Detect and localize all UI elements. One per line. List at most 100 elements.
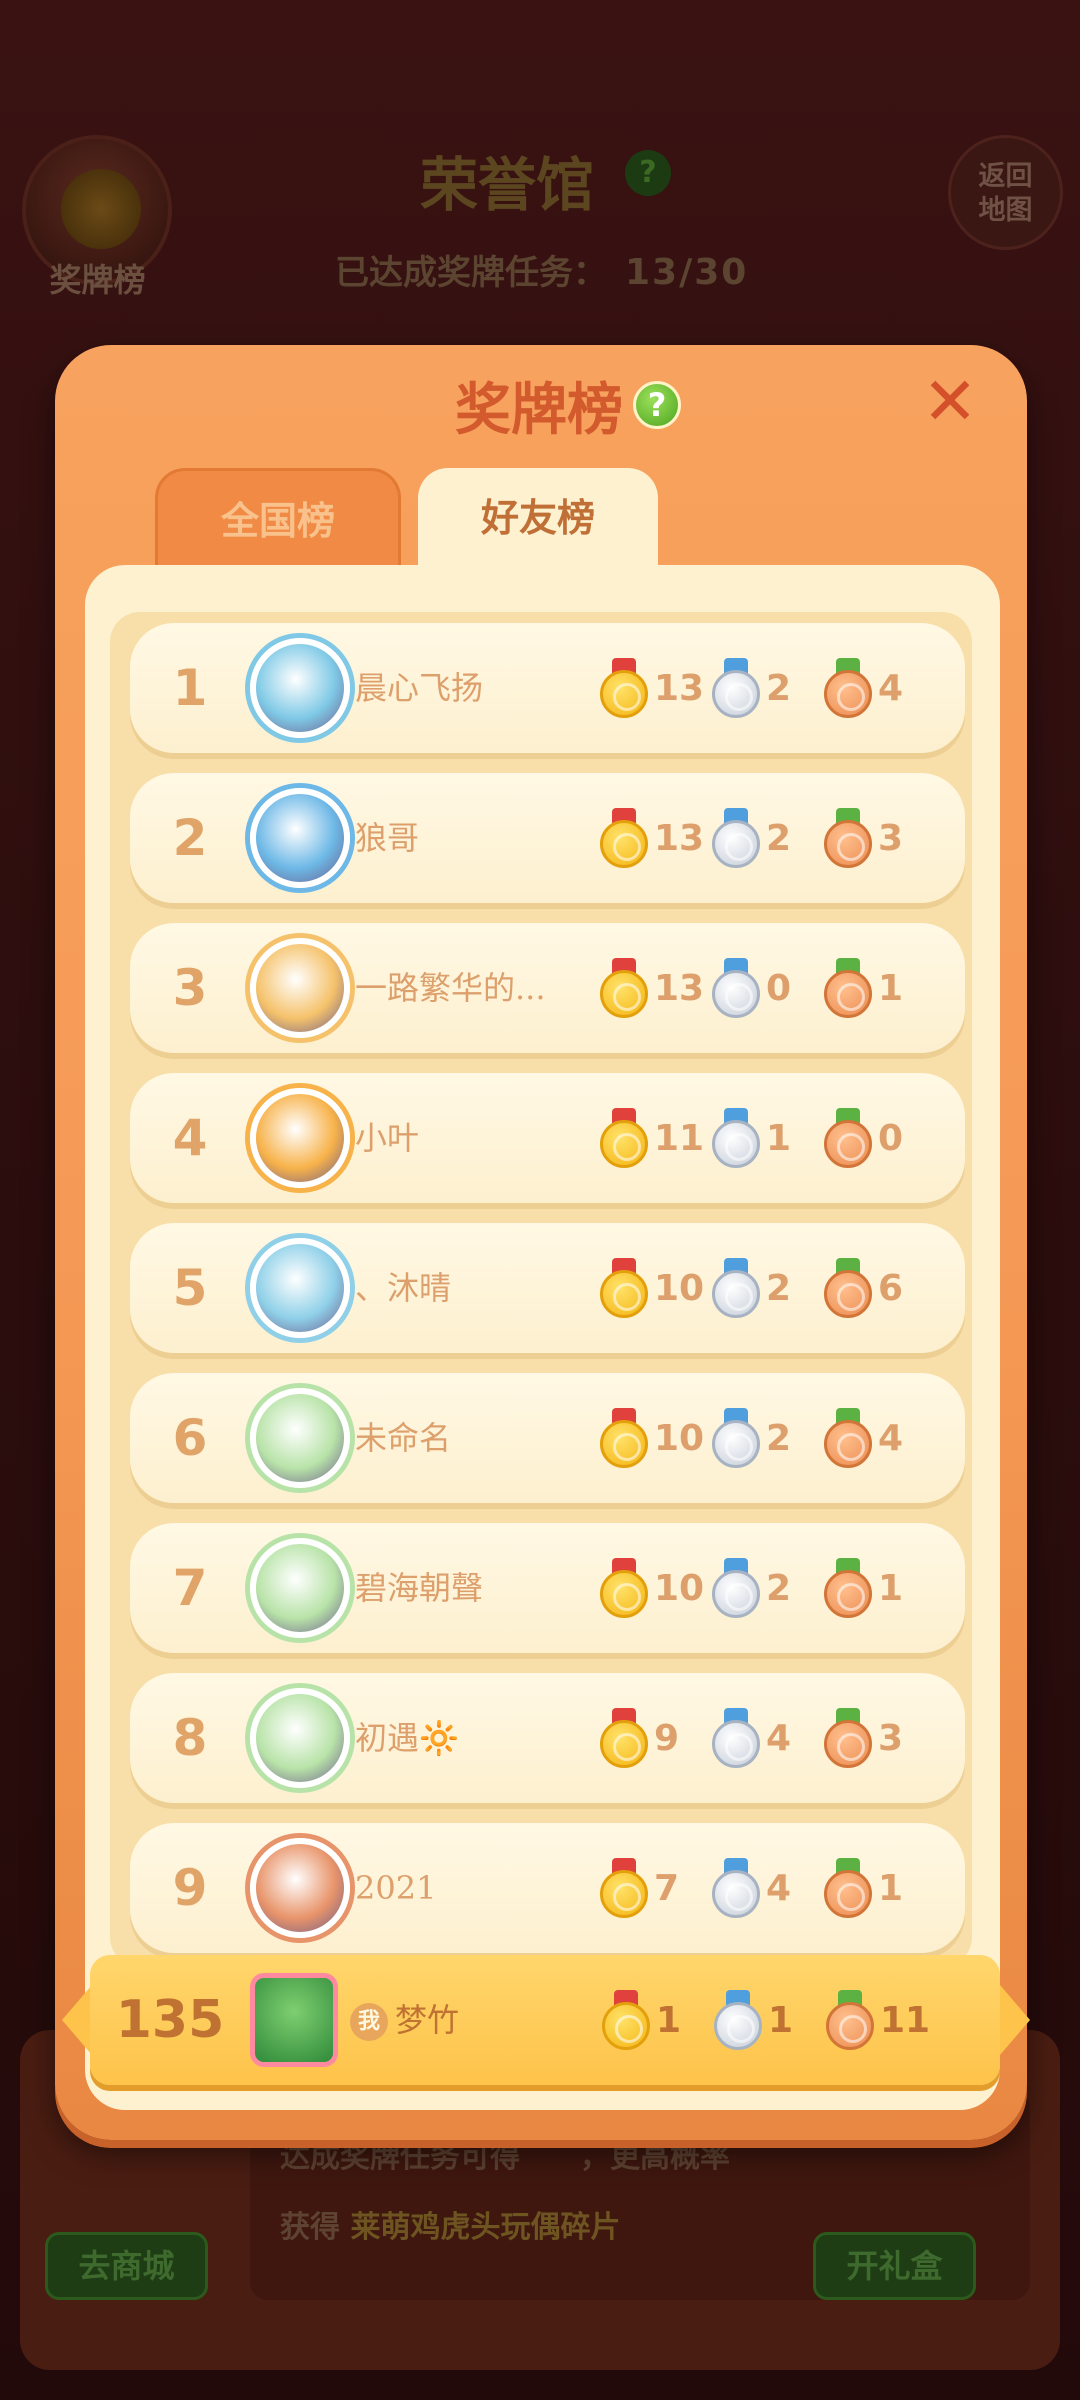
gold-medal-icon xyxy=(600,808,648,868)
leaderboard-row[interactable]: 8 初遇🔆 9 4 3 xyxy=(130,1673,965,1803)
avatar[interactable] xyxy=(250,788,350,888)
rank-number: 5 xyxy=(172,1259,208,1317)
medal-counts: 7 4 1 xyxy=(600,1823,936,1953)
medal-board-label: 奖牌榜 xyxy=(49,261,146,299)
player-name: 晨心飞扬 xyxy=(355,669,484,707)
bronze-count: 6 xyxy=(878,1267,904,1309)
leaderboard-row[interactable]: 3 一路繁华的... 13 0 1 xyxy=(130,923,965,1053)
gold-medal-icon xyxy=(602,1990,650,2050)
leaderboard-row[interactable]: 4 小叶 11 1 0 xyxy=(130,1073,965,1203)
avatar[interactable] xyxy=(250,1838,350,1938)
bronze-medal-icon xyxy=(824,958,872,1018)
progress-label: 已达成奖牌任务： xyxy=(335,253,607,293)
player-name: 碧海朝聲 xyxy=(355,1569,484,1607)
self-medal-counts: 1 1 11 xyxy=(602,1955,938,2085)
bronze-count: 1 xyxy=(878,1867,904,1909)
leaderboard-row[interactable]: 6 未命名 10 2 4 xyxy=(130,1373,965,1503)
bronze-count: 0 xyxy=(878,1117,904,1159)
self-avatar[interactable] xyxy=(250,1973,338,2067)
bronze-count: 4 xyxy=(878,667,904,709)
avatar[interactable] xyxy=(250,1238,350,1338)
gold-medal-icon xyxy=(600,1408,648,1468)
go-shop-button[interactable]: 去商城 xyxy=(45,2232,208,2300)
modal-title: 奖牌榜 xyxy=(455,377,623,443)
leaderboard-row[interactable]: 9 2021 7 4 1 xyxy=(130,1823,965,1953)
silver-medal-icon xyxy=(712,1558,760,1618)
gold-count: 13 xyxy=(654,667,705,709)
reward-item-name: 莱萌鸡虎头玩偶碎片 xyxy=(350,2210,621,2245)
silver-medal-icon xyxy=(714,1990,762,2050)
page-help-icon[interactable]: ? xyxy=(625,150,671,196)
tab-friends[interactable]: 好友榜 xyxy=(418,468,658,568)
avatar[interactable] xyxy=(250,1538,350,1638)
silver-count: 2 xyxy=(766,1417,792,1459)
bronze-medal-icon xyxy=(826,1990,874,2050)
gold-count: 11 xyxy=(654,1117,705,1159)
gold-count: 13 xyxy=(654,817,705,859)
gold-count: 10 xyxy=(654,1567,705,1609)
gold-medal-icon xyxy=(600,658,648,718)
leaderboard-row[interactable]: 7 碧海朝聲 10 2 1 xyxy=(130,1523,965,1653)
self-rank-row: 135 我 梦竹 1 1 11 xyxy=(90,1955,1000,2085)
rank-number: 1 xyxy=(172,659,208,717)
medal-counts: 13 2 4 xyxy=(600,623,936,753)
return-map-button[interactable]: 返回 地图 xyxy=(948,135,1063,250)
bronze-medal-icon xyxy=(824,1258,872,1318)
tab-national[interactable]: 全国榜 xyxy=(155,468,401,568)
self-rank: 135 xyxy=(115,1990,225,2050)
gold-count: 13 xyxy=(654,967,705,1009)
bronze-medal-icon xyxy=(824,1858,872,1918)
silver-medal-icon xyxy=(712,808,760,868)
rank-number: 2 xyxy=(172,809,208,867)
silver-medal-icon xyxy=(712,1108,760,1168)
gold-medal-icon xyxy=(600,1708,648,1768)
medal-counts: 10 2 6 xyxy=(600,1223,936,1353)
silver-medal-icon xyxy=(712,1858,760,1918)
gold-medal-icon xyxy=(600,1858,648,1918)
avatar[interactable] xyxy=(250,1388,350,1488)
leaderboard-row[interactable]: 5 、沐晴 10 2 6 xyxy=(130,1223,965,1353)
bronze-medal-icon xyxy=(824,1558,872,1618)
gold-count: 10 xyxy=(654,1417,705,1459)
silver-count: 4 xyxy=(766,1867,792,1909)
gold-count: 10 xyxy=(654,1267,705,1309)
bronze-medal-icon xyxy=(824,658,872,718)
modal-title-group: 奖牌榜 ? xyxy=(455,370,681,443)
bronze-count: 3 xyxy=(878,1717,904,1759)
self-row-left-arrow xyxy=(62,1985,92,2055)
close-icon[interactable]: ✕ xyxy=(918,369,982,435)
avatar[interactable] xyxy=(250,1088,350,1188)
bronze-medal-icon xyxy=(824,808,872,868)
silver-count: 2 xyxy=(766,817,792,859)
open-gift-button[interactable]: 开礼盒 xyxy=(813,2232,976,2300)
avatar[interactable] xyxy=(250,938,350,1038)
medal-counts: 10 2 1 xyxy=(600,1523,936,1653)
self-name: 梦竹 xyxy=(395,2001,460,2039)
player-name: 初遇🔆 xyxy=(355,1719,459,1757)
avatar[interactable] xyxy=(250,638,350,738)
avatar[interactable] xyxy=(250,1688,350,1788)
bronze-count: 11 xyxy=(880,1999,931,2041)
silver-count: 2 xyxy=(766,1567,792,1609)
medal-icon xyxy=(61,169,141,249)
gold-count: 9 xyxy=(654,1717,680,1759)
self-row-right-arrow xyxy=(1000,1985,1030,2055)
leaderboard-row[interactable]: 2 狼哥 13 2 3 xyxy=(130,773,965,903)
player-name: 小叶 xyxy=(355,1119,420,1157)
help-icon[interactable]: ? xyxy=(633,381,681,429)
reward-line2-prefix: 获得 xyxy=(280,2210,340,2245)
medal-counts: 10 2 4 xyxy=(600,1373,936,1503)
silver-count: 1 xyxy=(768,1999,794,2041)
reward-line1-text: 达成奖牌任务可得 xyxy=(280,2140,520,2175)
bronze-count: 4 xyxy=(878,1417,904,1459)
progress-value: 13/30 xyxy=(625,252,749,293)
rank-number: 9 xyxy=(172,1859,208,1917)
player-name: 2021 xyxy=(355,1869,437,1907)
me-badge: 我 xyxy=(350,2003,388,2041)
leaderboard-row[interactable]: 1 晨心飞扬 13 2 4 xyxy=(130,623,965,753)
reward-line1-suffix: ，更高概率 xyxy=(580,2140,730,2175)
silver-medal-icon xyxy=(712,958,760,1018)
gold-medal-icon xyxy=(600,1108,648,1168)
silver-count: 4 xyxy=(766,1717,792,1759)
player-name: 未命名 xyxy=(355,1419,452,1457)
